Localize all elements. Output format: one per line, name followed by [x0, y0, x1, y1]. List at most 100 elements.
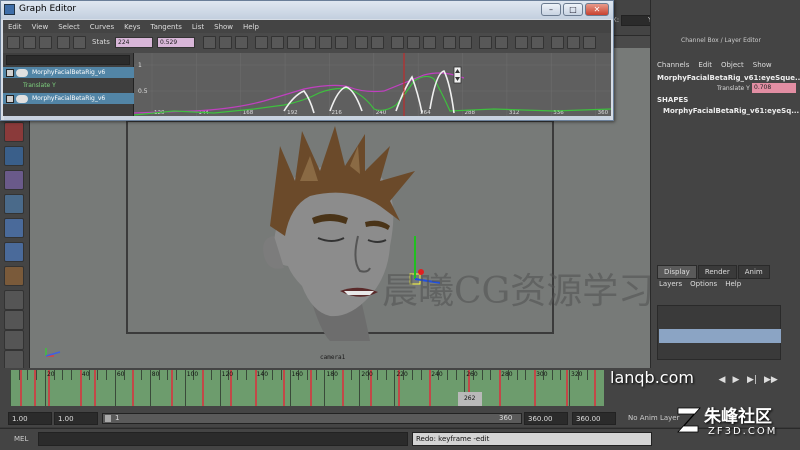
stats-frame-field[interactable]: 224	[115, 37, 153, 48]
outliner-filter-input[interactable]	[6, 55, 130, 65]
trax-editor-icon[interactable]	[567, 36, 580, 49]
menu-list[interactable]: List	[187, 23, 209, 31]
center-current-time-icon[interactable]	[235, 36, 248, 49]
selected-object-name[interactable]: MorphyFacialBetaRig_v61:eyeSque...	[657, 74, 800, 82]
menu-curves[interactable]: Curves	[85, 23, 119, 31]
go-to-end-button[interactable]: ▶▶	[764, 374, 778, 386]
insert-key-icon[interactable]	[23, 36, 36, 49]
layout-four-icon[interactable]	[4, 310, 24, 330]
menu-help[interactable]: Help	[725, 280, 741, 288]
playback-end-field[interactable]: 360.00	[524, 412, 568, 425]
layout-split-icon[interactable]	[4, 330, 24, 350]
time-slider-track[interactable]: 20 40 60 80 100 120 140 160 180 200 220 240 260 280 30…	[10, 370, 604, 406]
graph-editor-titlebar[interactable]: Graph Editor – □ ✕	[1, 1, 613, 19]
tab-anim[interactable]: Anim	[737, 265, 770, 279]
menu-layers[interactable]: Layers	[659, 280, 682, 288]
scale-tool-icon[interactable]	[4, 242, 24, 262]
dope-sheet-icon[interactable]	[551, 36, 564, 49]
menu-show[interactable]: Show	[753, 61, 772, 69]
keyframe-marker[interactable]	[132, 370, 135, 406]
menu-view[interactable]: View	[27, 23, 54, 31]
expand-toggle-icon[interactable]	[6, 94, 14, 103]
pre-infinity-icon[interactable]	[515, 36, 528, 49]
keyframe-marker[interactable]	[310, 370, 313, 406]
menu-keys[interactable]: Keys	[119, 23, 145, 31]
expand-toggle-icon[interactable]	[6, 68, 14, 77]
free-tangent-weight-icon[interactable]	[391, 36, 404, 49]
outliner-attribute-row[interactable]: Translate Y	[3, 80, 134, 91]
plateau-tangent-icon[interactable]	[335, 36, 348, 49]
end-time-field[interactable]: 360.00	[572, 412, 616, 425]
menu-edit[interactable]: Edit	[3, 23, 27, 31]
curve-white[interactable]	[283, 70, 455, 114]
layer-list[interactable]	[657, 305, 781, 360]
menu-help[interactable]: Help	[238, 23, 264, 31]
flat-tangent-icon[interactable]	[303, 36, 316, 49]
break-tangents-icon[interactable]	[355, 36, 368, 49]
menu-show[interactable]: Show	[209, 23, 238, 31]
tab-render[interactable]: Render	[697, 265, 737, 279]
last-tool-icon[interactable]	[4, 266, 24, 286]
buffer-curve-icon[interactable]	[423, 36, 436, 49]
region-tool-icon[interactable]	[73, 36, 86, 49]
graph-curve-view[interactable]: 1 0.5 120 144 168 192 216 240 264 288 312 336 360	[134, 53, 611, 116]
keyframe-marker[interactable]	[20, 370, 23, 406]
current-frame-indicator[interactable]: 262	[457, 392, 482, 406]
snapshot-icon[interactable]	[459, 36, 472, 49]
keyframe-marker[interactable]	[202, 370, 205, 406]
menu-channels[interactable]: Channels	[657, 61, 689, 69]
denormalize-icon[interactable]	[495, 36, 508, 49]
anim-layer-selector[interactable]: No Anim Layer	[628, 414, 679, 422]
step-tangent-icon[interactable]	[319, 36, 332, 49]
menu-tangents[interactable]: Tangents	[145, 23, 186, 31]
next-key-button[interactable]: ▶|	[746, 374, 758, 386]
keyframe-marker[interactable]	[565, 370, 568, 406]
close-button[interactable]: ✕	[585, 3, 609, 16]
script-language-label[interactable]: MEL	[14, 435, 28, 443]
graph-editor-window[interactable]: Graph Editor – □ ✕ Edit View Select Curv…	[0, 0, 614, 121]
move-tool-icon[interactable]	[4, 194, 24, 214]
keyframe-marker[interactable]	[282, 370, 285, 406]
outliner-layout-icon[interactable]	[4, 350, 24, 370]
lock-tangent-weight-icon[interactable]	[407, 36, 420, 49]
keyframe-marker[interactable]	[341, 370, 344, 406]
add-key-icon[interactable]	[39, 36, 52, 49]
minimize-button[interactable]: –	[541, 3, 561, 16]
rotate-tool-icon[interactable]	[4, 218, 24, 238]
frame-all-icon[interactable]	[203, 36, 216, 49]
attribute-value-field[interactable]: 0.708	[752, 83, 796, 93]
outliner-node-row[interactable]: MorphyFacialBetaRig_v6	[3, 93, 134, 104]
layer-row[interactable]	[659, 329, 781, 343]
menu-edit[interactable]: Edit	[698, 61, 712, 69]
keyframe-marker[interactable]	[34, 370, 37, 406]
attribute-label[interactable]: Translate Y	[717, 85, 750, 92]
move-key-icon[interactable]	[7, 36, 20, 49]
clamped-tangent-icon[interactable]	[271, 36, 284, 49]
prev-frame-button[interactable]: ◀	[716, 374, 728, 386]
range-slider[interactable]: 1 360	[102, 413, 522, 424]
lattice-deform-icon[interactable]	[57, 36, 70, 49]
start-time-field[interactable]: 1.00	[8, 412, 52, 425]
normalize-icon[interactable]	[479, 36, 492, 49]
frame-playback-icon[interactable]	[219, 36, 232, 49]
linear-tangent-icon[interactable]	[287, 36, 300, 49]
select-tool-icon[interactable]	[4, 122, 24, 142]
layout-single-icon[interactable]	[4, 290, 24, 310]
mel-command-input[interactable]	[38, 432, 408, 446]
shape-node-name[interactable]: MorphyFacialBetaRig_v61:eyeSq...	[663, 107, 799, 115]
maximize-button[interactable]: □	[563, 3, 583, 16]
menu-object[interactable]: Object	[721, 61, 744, 69]
outliner-toggle-icon[interactable]	[583, 36, 596, 49]
play-forward-button[interactable]: ▶	[730, 374, 742, 386]
outliner-node-row[interactable]: MorphyFacialBetaRig_v6	[3, 67, 134, 78]
keyframe-marker[interactable]	[170, 370, 173, 406]
keyframe-marker[interactable]	[593, 370, 596, 406]
swap-buffer-icon[interactable]	[443, 36, 456, 49]
stats-value-field[interactable]: 0.529	[157, 37, 195, 48]
window-bottom-border[interactable]	[4, 116, 610, 120]
range-slider-handle[interactable]	[105, 415, 111, 422]
playback-start-field[interactable]: 1.00	[54, 412, 98, 425]
tab-display[interactable]: Display	[657, 265, 697, 279]
menu-select[interactable]: Select	[53, 23, 85, 31]
lasso-tool-icon[interactable]	[4, 146, 24, 166]
